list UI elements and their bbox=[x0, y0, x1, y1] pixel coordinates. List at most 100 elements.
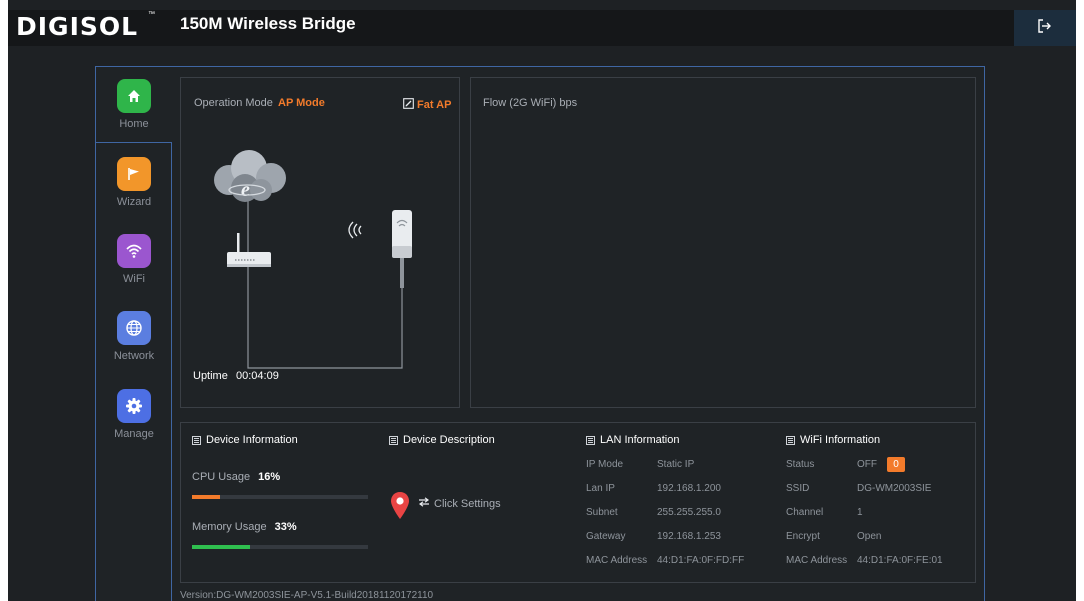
lan-key: Lan IP bbox=[586, 483, 615, 494]
home-icon bbox=[117, 79, 151, 113]
signal-waves-icon bbox=[348, 221, 362, 239]
outdoor-cpe-icon bbox=[392, 210, 412, 288]
product-title: 150M Wireless Bridge bbox=[180, 14, 356, 33]
sidebar-item-network[interactable]: Network bbox=[96, 299, 172, 375]
wifi-key: Channel bbox=[786, 507, 824, 518]
sidebar-item-label: Home bbox=[119, 118, 149, 130]
sidebar-item-label: Manage bbox=[114, 428, 154, 440]
connection-line bbox=[247, 200, 403, 369]
wifi-value: 44:D1:FA:0F:FE:01 bbox=[857, 555, 943, 566]
lan-information-title: LAN Information bbox=[586, 434, 679, 446]
operation-mode-panel: Operation Mode AP Mode Fat AP e Uptime 0… bbox=[180, 77, 460, 408]
sidebar-item-manage[interactable]: Manage bbox=[96, 377, 172, 453]
wifi-row-mac: MAC Address 44:D1:FA:0F:FE:01 bbox=[786, 555, 943, 566]
internet-cloud-icon: e bbox=[214, 150, 286, 202]
lan-information-section: LAN Information IP Mode Static IP Lan IP… bbox=[575, 423, 775, 584]
wifi-status-badge[interactable]: 0 bbox=[887, 457, 905, 472]
logout-button[interactable] bbox=[1014, 10, 1076, 46]
operation-mode-value: AP Mode bbox=[278, 97, 325, 109]
flag-icon bbox=[117, 157, 151, 191]
wifi-row-ssid: SSID DG-WM2003SIE bbox=[786, 483, 931, 494]
sidebar-divider bbox=[171, 143, 172, 601]
memory-usage-fill bbox=[192, 545, 251, 549]
lan-key: Gateway bbox=[586, 531, 626, 542]
uptime-value: 00:04:09 bbox=[236, 370, 279, 382]
list-icon bbox=[192, 435, 201, 445]
main-container: Home Wizard WiFi Network Manage Operatio… bbox=[95, 66, 985, 601]
wifi-row-encrypt: Encrypt Open bbox=[786, 531, 881, 542]
wifi-value: 1 bbox=[857, 507, 863, 518]
network-topology-diagram: e bbox=[214, 150, 412, 369]
info-panel: Device Information CPU Usage 16% Memory U… bbox=[180, 422, 976, 583]
wifi-value: DG-WM2003SIE bbox=[857, 483, 932, 494]
memory-usage-label-text: Memory Usage bbox=[192, 521, 267, 533]
lan-value: Static IP bbox=[657, 459, 695, 470]
sidebar-item-label: Wizard bbox=[116, 196, 152, 208]
lan-key: MAC Address bbox=[586, 555, 648, 566]
firmware-version: Version:DG-WM2003SIE-AP-V5.1-Build201811… bbox=[180, 590, 434, 601]
lan-row-ip-mode: IP Mode Static IP bbox=[586, 459, 694, 470]
location-pin-icon bbox=[390, 491, 410, 526]
wifi-key: Status bbox=[786, 459, 815, 470]
sidebar-item-label: Network bbox=[113, 350, 155, 362]
brand-trademark: ™ bbox=[148, 11, 155, 18]
device-information-section: Device Information CPU Usage 16% Memory U… bbox=[181, 423, 378, 584]
lan-value: 192.168.1.200 bbox=[657, 483, 721, 494]
sidebar-item-label: WiFi bbox=[123, 273, 145, 285]
section-title-text: LAN Information bbox=[600, 434, 680, 446]
sidebar-item-wizard[interactable]: Wizard bbox=[96, 145, 172, 221]
fat-ap-link[interactable]: Fat AP bbox=[403, 96, 451, 114]
cpu-usage-label: CPU Usage 16% bbox=[192, 471, 280, 483]
lan-key: Subnet bbox=[586, 507, 618, 518]
lan-value: 255.255.255.0 bbox=[657, 507, 721, 518]
lan-row-subnet: Subnet 255.255.255.0 bbox=[586, 507, 721, 518]
logout-icon bbox=[1038, 18, 1052, 38]
svg-text:e: e bbox=[241, 179, 250, 201]
cpu-usage-fill bbox=[192, 495, 221, 499]
sidebar-item-wifi[interactable]: WiFi bbox=[96, 222, 172, 298]
list-icon bbox=[389, 435, 398, 445]
sidebar: Home Wizard WiFi Network Manage bbox=[96, 67, 172, 601]
lan-value: 192.168.1.253 bbox=[657, 531, 721, 542]
section-title-text: WiFi Information bbox=[800, 434, 881, 446]
section-title-text: Device Description bbox=[403, 434, 495, 446]
click-settings-label: Click Settings bbox=[434, 497, 501, 510]
sidebar-item-home[interactable]: Home bbox=[96, 67, 172, 143]
section-title-text: Device Information bbox=[206, 434, 298, 446]
cpu-usage-bar bbox=[192, 495, 368, 499]
memory-usage-bar bbox=[192, 545, 368, 549]
operation-mode-label: Operation Mode bbox=[194, 97, 273, 109]
gear-icon bbox=[117, 389, 151, 423]
edit-icon bbox=[403, 96, 414, 114]
app-window: DIGISOL ™ 150M Wireless Bridge Home Wiza… bbox=[8, 0, 1076, 601]
lan-row-gateway: Gateway 192.168.1.253 bbox=[586, 531, 721, 542]
lan-row-lan-ip: Lan IP 192.168.1.200 bbox=[586, 483, 721, 494]
wifi-value: Open bbox=[857, 531, 882, 542]
cpu-usage-value: 16% bbox=[258, 471, 281, 483]
device-description-section: Device Description Click Settings bbox=[378, 423, 575, 584]
uptime-label: Uptime bbox=[193, 370, 228, 382]
wifi-information-section: WiFi Information Status OFF 0 SSID DG-WM… bbox=[775, 423, 975, 584]
device-information-title: Device Information bbox=[192, 434, 298, 446]
header-bar: DIGISOL ™ 150M Wireless Bridge bbox=[8, 10, 1076, 46]
fat-ap-label: Fat AP bbox=[417, 99, 452, 111]
click-settings-link[interactable]: Click Settings bbox=[418, 497, 501, 510]
cpu-usage-label-text: CPU Usage bbox=[192, 471, 251, 483]
wifi-key: Encrypt bbox=[786, 531, 820, 542]
lan-value: 44:D1:FA:0F:FD:FF bbox=[657, 555, 745, 566]
wifi-information-title: WiFi Information bbox=[786, 434, 880, 446]
memory-usage-label: Memory Usage 33% bbox=[192, 521, 297, 533]
list-icon bbox=[586, 435, 595, 445]
flow-chart-panel: Flow (2G WiFi) bps bbox=[470, 77, 976, 408]
swap-arrows-icon bbox=[418, 497, 430, 510]
wifi-key: SSID bbox=[786, 483, 810, 494]
lan-row-mac: MAC Address 44:D1:FA:0F:FD:FF bbox=[586, 555, 744, 566]
wifi-row-channel: Channel 1 bbox=[786, 507, 863, 518]
router-icon bbox=[227, 233, 271, 267]
wifi-icon bbox=[117, 234, 151, 268]
flow-title: Flow (2G WiFi) bps bbox=[483, 97, 578, 109]
wifi-status-value: OFF bbox=[857, 459, 877, 470]
device-description-title: Device Description bbox=[389, 434, 495, 446]
memory-usage-value: 33% bbox=[274, 521, 297, 533]
list-icon bbox=[786, 435, 795, 445]
